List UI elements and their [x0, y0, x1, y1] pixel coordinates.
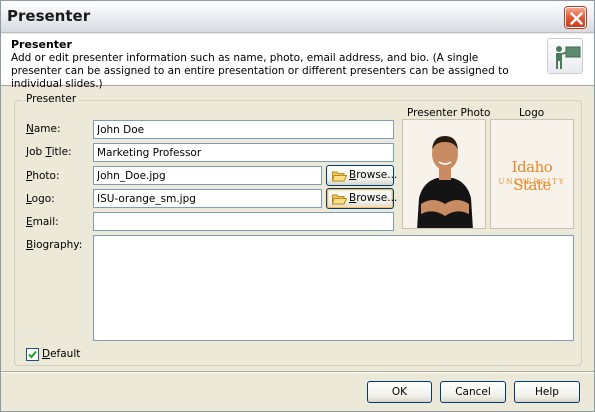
photo-caption: Presenter Photo — [407, 107, 491, 119]
presenter-dialog: Presenter Presenter Add or edit presente… — [0, 0, 595, 412]
header-title: Presenter — [11, 38, 72, 51]
cancel-button[interactable]: Cancel — [440, 381, 506, 403]
ok-button[interactable]: OK — [367, 381, 432, 403]
email-label: Email: — [26, 216, 59, 228]
logo-preview: Idaho State UNIVERSITY — [490, 119, 574, 229]
logo-text-line2: UNIVERSITY — [498, 178, 566, 186]
default-label[interactable]: Default — [42, 348, 80, 360]
name-label: Name: — [26, 123, 61, 135]
browse-logo-button[interactable]: Browse... — [326, 188, 398, 209]
close-icon — [570, 12, 583, 25]
name-field[interactable] — [93, 120, 394, 139]
logo-label: Logo: — [26, 193, 55, 205]
help-button[interactable]: Help — [514, 381, 580, 403]
default-checkbox[interactable] — [26, 348, 39, 361]
biography-label: Biography: — [26, 239, 83, 251]
logo-text-line1: Idaho State — [511, 158, 553, 194]
logo-caption: Logo — [519, 107, 545, 119]
presenter-photo — [402, 119, 486, 229]
presenter-photo-image — [417, 136, 473, 228]
photo-field[interactable] — [93, 166, 322, 185]
window-title: Presenter — [7, 7, 91, 25]
close-button[interactable] — [565, 7, 586, 28]
job-title-label: Job Title: — [26, 146, 72, 158]
checkmark-icon — [28, 350, 37, 359]
footer-separator — [1, 371, 594, 373]
title-bar[interactable]: Presenter — [1, 1, 594, 33]
folder-icon — [332, 194, 347, 205]
biography-field[interactable] — [93, 235, 574, 341]
folder-icon — [332, 171, 347, 182]
browse-logo-label: Browse... — [349, 192, 398, 204]
photo-label: Photo: — [26, 170, 60, 182]
browse-photo-label: Browse... — [349, 169, 398, 181]
browse-photo-button[interactable]: Browse... — [326, 165, 398, 186]
email-field[interactable] — [93, 212, 394, 231]
header-description: Add or edit presenter information such a… — [11, 52, 509, 90]
dialog-header: Presenter Add or edit presenter informat… — [1, 34, 594, 90]
logo-field[interactable] — [93, 189, 322, 208]
job-title-field[interactable] — [93, 143, 394, 162]
presenter-icon — [547, 38, 583, 74]
group-legend: Presenter — [23, 93, 80, 105]
